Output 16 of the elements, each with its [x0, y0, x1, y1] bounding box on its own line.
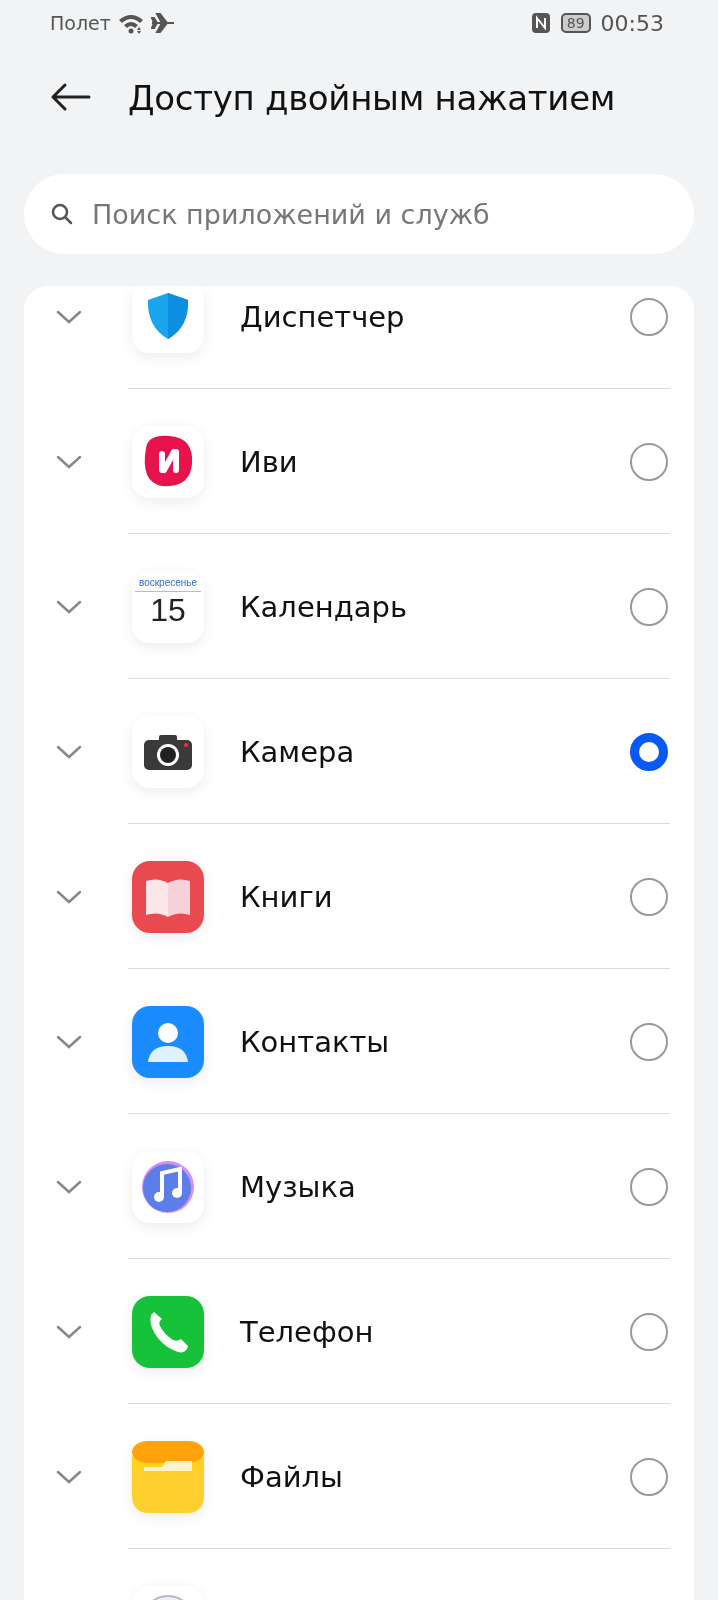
app-name: Камера	[240, 734, 356, 769]
search-field[interactable]: Поиск приложений и служб	[24, 174, 694, 254]
page-title: Доступ двойным нажатием	[128, 78, 616, 118]
clock-time: 00:53	[600, 10, 664, 36]
app-name: Диспетчер	[240, 299, 406, 334]
app-name: Музыка	[240, 1169, 357, 1204]
battery-indicator: 89	[560, 13, 591, 33]
app-name: Книги	[240, 879, 334, 914]
app-name: Телефон	[240, 1314, 375, 1349]
app-name: Контакты	[240, 1024, 391, 1059]
app-name: Календарь	[240, 589, 409, 624]
app-name: Файлы	[240, 1459, 344, 1494]
airplane-mode-label: Полет	[50, 12, 111, 34]
calendar-weekday: воскресенье	[138, 576, 198, 588]
calendar-date: 15	[150, 592, 186, 627]
app-name: Иви	[240, 444, 299, 479]
